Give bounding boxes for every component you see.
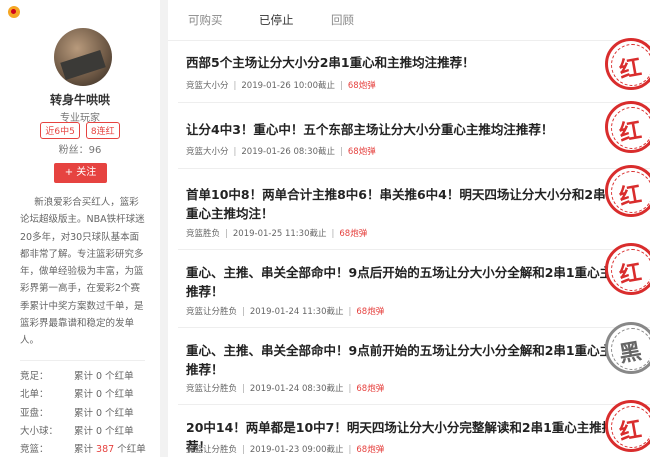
grey-result-stamp-icon: 黑 <box>605 322 650 374</box>
divider <box>20 360 145 361</box>
article-category: 竞篮大小分 <box>186 81 229 91</box>
meta-separator: | <box>340 81 343 91</box>
stat-prefix: 累计 <box>74 407 97 419</box>
article-meta: 竞篮让分胜负 | 2019-01-24 11:30截止 | 68炮弹 <box>186 305 384 317</box>
profile-name[interactable]: 转身牛哄哄 <box>0 91 160 108</box>
stamp-label: 黑 <box>617 338 644 368</box>
article-title[interactable]: 首单10中8！两单合计主推8中6！串关推6中4！明天四场让分大小分和2串1重心主… <box>186 185 626 223</box>
badge-recent-record: 近6中5 <box>40 122 80 139</box>
article-category: 竞篮胜负 <box>186 229 221 239</box>
meta-separator: | <box>242 307 245 317</box>
article-hot: 68炮弹 <box>356 307 385 317</box>
stat-row-over-under: 大小球： 累计 0 个红单 <box>20 423 150 441</box>
article-hot: 68炮弹 <box>356 384 385 394</box>
meta-separator: | <box>233 147 237 157</box>
article-category: 竞篮让分胜负 <box>186 307 238 317</box>
stat-prefix: 累计 <box>74 389 97 401</box>
article-divider <box>178 249 650 250</box>
stat-prefix: 累计 <box>74 425 97 437</box>
article-meta: 竞篮胜负 | 2019-01-25 11:30截止 | 68炮弹 <box>186 227 367 239</box>
stamp-label: 红 <box>617 181 644 211</box>
stat-prefix: 累计 <box>74 371 97 382</box>
page: 转身牛哄哄 专业玩家 近6中5 8连红 粉丝：96 + 关注 新浪爱彩合买红人，… <box>0 0 650 457</box>
article-meta: 竞篮大小分 | 2019-01-26 08:30截止 | 68炮弹 <box>186 145 376 157</box>
article-title[interactable]: 重心、主推、串关全部命中！9点前开始的五场让分大小分全解和2串1重心主推推荐！ <box>186 341 626 379</box>
article-category: 竞篮让分胜负 <box>186 445 238 455</box>
stat-suffix: 个红单 <box>102 425 134 437</box>
red-result-stamp-icon: 红 <box>605 165 650 217</box>
tab-divider <box>168 40 650 41</box>
article-hot: 68炮弹 <box>339 229 368 239</box>
stat-key: 亚盘： <box>20 407 49 419</box>
stat-key: 竞篮： <box>20 444 49 456</box>
article-deadline: 2019-01-24 08:30截止 <box>249 384 344 394</box>
article-deadline: 2019-01-23 09:00截止 <box>249 445 344 455</box>
stamp-label: 红 <box>617 117 644 147</box>
meta-separator: | <box>340 147 343 157</box>
stat-suffix: 个红单 <box>114 444 146 456</box>
meta-separator: | <box>348 307 352 317</box>
article-category: 竞篮让分胜负 <box>186 384 238 394</box>
avatar[interactable] <box>54 28 112 86</box>
stat-key: 北单： <box>20 389 49 401</box>
profile-badges: 近6中5 8连红 <box>0 122 160 139</box>
stamp-label: 红 <box>617 54 644 84</box>
meta-separator: | <box>233 81 237 91</box>
red-result-stamp-icon: 红 <box>605 400 650 452</box>
article-deadline: 2019-01-25 11:30截止 <box>232 229 327 239</box>
article-title[interactable]: 重心、主推、串关全部命中！9点后开始的五场让分大小分全解和2串1重心主推推荐！ <box>186 263 626 301</box>
stat-suffix: 个红单 <box>102 407 134 419</box>
article-deadline: 2019-01-26 08:30截止 <box>241 147 335 157</box>
article-hot: 68炮弹 <box>347 81 376 91</box>
article-hot: 68炮弹 <box>356 445 385 455</box>
stamp-label: 红 <box>617 416 644 446</box>
tab-review[interactable]: 回顾 <box>331 12 354 28</box>
article-title[interactable]: 让分4中3！重心中！五个东部主场让分大小分重心主推均注推荐！ <box>186 120 626 139</box>
article-deadline: 2019-01-24 11:30截止 <box>249 307 344 317</box>
stat-row-football: 竞足： 累计 0 个红单 <box>20 368 150 386</box>
tab-stopped[interactable]: 已停止 <box>259 12 294 28</box>
tab-available[interactable]: 可购买 <box>188 12 223 28</box>
red-result-stamp-icon: 红 <box>605 38 650 90</box>
stat-row-basketball: 竞篮： 累计 387 个红单 <box>20 441 150 457</box>
stat-row-beidan: 北单： 累计 0 个红单 <box>20 386 150 404</box>
profile-bio: 新浪爱彩合买红人，篮彩论坛超级版主。NBA铁杆球迷20多年，对30只球队基本面都… <box>20 197 145 347</box>
follow-button[interactable]: + 关注 <box>54 163 107 183</box>
meta-separator: | <box>242 445 245 455</box>
red-result-stamp-icon: 红 <box>605 101 650 153</box>
stat-key: 竞足： <box>20 371 49 382</box>
article-divider <box>178 102 650 103</box>
red-result-stamp-icon: 红 <box>605 243 650 295</box>
stamp-label: 红 <box>617 259 644 289</box>
meta-separator: | <box>348 445 352 455</box>
meta-separator: | <box>331 229 335 239</box>
article-divider <box>178 404 650 405</box>
article-meta: 竞篮让分胜负 | 2019-01-24 08:30截止 | 68炮弹 <box>186 382 384 394</box>
article-meta: 竞篮大小分 | 2019-01-26 10:00截止 | 68炮弹 <box>186 79 376 91</box>
stat-key: 大小球： <box>20 425 59 437</box>
meta-separator: | <box>242 384 245 394</box>
logo-icon <box>8 6 20 18</box>
stat-prefix: 累计 <box>74 444 97 456</box>
stat-suffix: 个红单 <box>102 389 134 401</box>
meta-separator: | <box>225 229 228 239</box>
article-title[interactable]: 西部5个主场让分大小分2串1重心和主推均注推荐！ <box>186 53 626 72</box>
fans-count: 粉丝：96 <box>58 145 102 156</box>
stat-value: 387 <box>96 444 115 456</box>
badge-streak: 8连红 <box>85 122 120 139</box>
meta-separator: | <box>348 384 352 394</box>
stat-suffix: 个红单 <box>102 371 134 382</box>
article-divider <box>178 327 650 328</box>
article-category: 竞篮大小分 <box>186 147 229 157</box>
stat-row-asian-handicap: 亚盘： 累计 0 个红单 <box>20 405 150 423</box>
article-divider <box>178 168 650 169</box>
tab-bar: 可购买 已停止 回顾 <box>168 0 650 40</box>
stats-list: 竞足： 累计 0 个红单 北单： 累计 0 个红单 亚盘： 累计 0 个红单 大小球：… <box>20 368 150 457</box>
article-meta: 竞篮让分胜负 | 2019-01-23 09:00截止 | 68炮弹 <box>186 443 384 455</box>
article-panel: 可购买 已停止 回顾 西部5个主场让分大小分2串1重心和主推均注推荐！ 竞篮大小… <box>168 0 650 457</box>
profile-panel: 转身牛哄哄 专业玩家 近6中5 8连红 粉丝：96 + 关注 新浪爱彩合买红人，… <box>0 0 160 457</box>
article-deadline: 2019-01-26 10:00截止 <box>241 81 335 91</box>
article-hot: 68炮弹 <box>347 147 376 157</box>
